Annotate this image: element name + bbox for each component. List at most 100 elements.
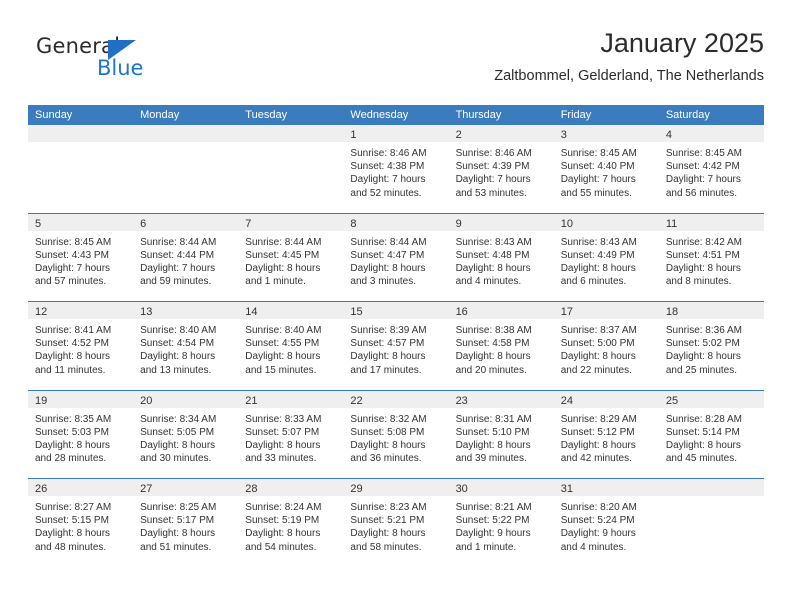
calendar-day-cell[interactable]: 27 Sunrise: 8:25 AM Sunset: 5:17 PM Dayligh…: [133, 479, 239, 567]
day-number: 11: [665, 217, 678, 230]
daylight-text-line1: Daylight: 7 hours: [665, 174, 741, 186]
calendar-day-cell[interactable]: 19 Sunrise: 8:35 AM Sunset: 5:03 PM Dayligh…: [28, 390, 134, 478]
sunrise-text: Sunrise: 8:27 AM: [35, 502, 112, 513]
sunrise-text: Sunrise: 8:43 AM: [455, 236, 532, 248]
daylight-text-line1: Daylight: 8 hours: [35, 439, 111, 451]
day-details: Sunrise: 8:38 AM Sunset: 4:58 PM Daylight:…: [449, 319, 554, 377]
daylight-text-line1: Daylight: 8 hours: [35, 351, 111, 363]
day-number: 30: [455, 483, 468, 495]
daylight-text-line1: Daylight: 7 hours: [455, 174, 531, 186]
day-number: 14: [245, 306, 258, 318]
day-number-bar: 13: [133, 302, 239, 319]
sunset-text: Sunset: 4:51 PM: [665, 249, 740, 261]
calendar-day-cell[interactable]: 22 Sunrise: 8:32 AM Sunset: 5:08 PM Dayligh…: [343, 390, 449, 478]
sunrise-text: Sunrise: 8:37 AM: [560, 325, 637, 336]
calendar-day-cell[interactable]: 15 Sunrise: 8:39 AM Sunset: 4:57 PM Dayligh…: [343, 302, 449, 390]
calendar-day-cell-empty: [28, 125, 134, 213]
day-details: Sunrise: 8:43 AM Sunset: 4:49 PM Daylight:…: [554, 231, 659, 289]
weekday-header-saturday: Saturday: [665, 109, 710, 121]
calendar-day-cell[interactable]: 25 Sunrise: 8:28 AM Sunset: 5:14 PM Dayligh…: [658, 390, 764, 478]
calendar-day-cell[interactable]: 8 Sunrise: 8:44 AM Sunset: 4:47 PM Daylight…: [343, 213, 449, 301]
calendar-week-row: 26 Sunrise: 8:27 AM Sunset: 5:15 PM Dayligh…: [28, 478, 764, 567]
calendar-day-cell-empty: [238, 125, 344, 213]
daylight-text-line1: Daylight: 8 hours: [455, 262, 531, 274]
logo-text-blue: Blue: [97, 56, 144, 80]
day-details: Sunrise: 8:36 AM Sunset: 5:02 PM Daylight:…: [659, 319, 764, 377]
day-details: Sunrise: 8:21 AM Sunset: 5:22 PM Daylight:…: [449, 496, 554, 554]
calendar-day-cell[interactable]: 6 Sunrise: 8:44 AM Sunset: 4:44 PM Daylight…: [133, 213, 239, 301]
calendar-day-cell[interactable]: 31 Sunrise: 8:20 AM Sunset: 5:24 PM Dayligh…: [553, 479, 659, 567]
day-number: 17: [560, 306, 573, 318]
calendar-day-cell[interactable]: 16 Sunrise: 8:38 AM Sunset: 4:58 PM Dayligh…: [448, 302, 554, 390]
day-details: Sunrise: 8:35 AM Sunset: 5:03 PM Daylight:…: [28, 408, 133, 466]
calendar-day-cell[interactable]: 20 Sunrise: 8:34 AM Sunset: 5:05 PM Dayligh…: [133, 390, 239, 478]
calendar-day-cell[interactable]: 21 Sunrise: 8:33 AM Sunset: 5:07 PM Dayligh…: [238, 390, 344, 478]
calendar-day-cell[interactable]: 14 Sunrise: 8:40 AM Sunset: 4:55 PM Dayligh…: [238, 302, 344, 390]
calendar-day-cell[interactable]: 18 Sunrise: 8:36 AM Sunset: 5:02 PM Dayligh…: [658, 302, 764, 390]
day-details: Sunrise: 8:27 AM Sunset: 5:15 PM Daylight:…: [28, 496, 133, 554]
day-details: Sunrise: 8:29 AM Sunset: 5:12 PM Daylight:…: [554, 408, 659, 466]
sunrise-text: Sunrise: 8:35 AM: [35, 413, 112, 425]
calendar-day-cell[interactable]: 1 Sunrise: 8:46 AM Sunset: 4:38 PM Daylight…: [343, 125, 449, 213]
calendar-day-cell[interactable]: 10 Sunrise: 8:43 AM Sunset: 4:49 PM Dayligh…: [553, 213, 659, 301]
daylight-text-line2: and 52 minutes.: [350, 187, 422, 199]
calendar-day-cell[interactable]: 7 Sunrise: 8:44 AM Sunset: 4:45 PM Daylight…: [238, 213, 344, 301]
day-number: 18: [665, 306, 679, 318]
daylight-text-line1: Daylight: 8 hours: [245, 351, 321, 363]
calendar-day-cell-empty: [133, 125, 239, 213]
calendar-day-cell[interactable]: 11 Sunrise: 8:42 AM Sunset: 4:51 PM Dayligh…: [658, 213, 764, 301]
day-number: 10: [560, 217, 573, 230]
calendar-day-cell[interactable]: 17 Sunrise: 8:37 AM Sunset: 5:00 PM Dayligh…: [553, 302, 659, 390]
day-number-bar: 10: [553, 213, 659, 231]
day-details: Sunrise: 8:42 AM Sunset: 4:51 PM Daylight:…: [659, 231, 764, 289]
sunrise-text: Sunrise: 8:45 AM: [35, 236, 112, 248]
calendar-week-row: 5 Sunrise: 8:45 AM Sunset: 4:43 PM Daylight…: [28, 212, 764, 301]
calendar-day-cell[interactable]: 3 Sunrise: 8:45 AM Sunset: 4:40 PM Daylight…: [553, 125, 659, 213]
daylight-text-line2: and 3 minutes.: [350, 276, 417, 288]
sunrise-text: Sunrise: 8:20 AM: [560, 502, 637, 513]
sunrise-text: Sunrise: 8:29 AM: [560, 413, 637, 425]
sunset-text: Sunset: 4:48 PM: [455, 249, 530, 261]
sunrise-text: Sunrise: 8:42 AM: [665, 236, 742, 248]
sunset-text: Sunset: 4:57 PM: [350, 338, 425, 350]
day-number-bar: 25: [658, 390, 764, 408]
calendar-day-cell[interactable]: 12 Sunrise: 8:41 AM Sunset: 4:52 PM Dayligh…: [28, 302, 134, 390]
sunrise-text: Sunrise: 8:21 AM: [455, 502, 532, 513]
calendar-day-cell[interactable]: 9 Sunrise: 8:43 AM Sunset: 4:48 PM Daylight…: [448, 213, 554, 301]
daylight-text-line1: Daylight: 7 hours: [35, 262, 111, 274]
calendar-day-cell[interactable]: 30 Sunrise: 8:21 AM Sunset: 5:22 PM Dayligh…: [448, 479, 554, 567]
calendar-day-cell[interactable]: 23 Sunrise: 8:31 AM Sunset: 5:10 PM Dayligh…: [448, 390, 554, 478]
day-details: Sunrise: 8:44 AM Sunset: 4:47 PM Daylight:…: [343, 231, 448, 289]
sunset-text: Sunset: 5:03 PM: [35, 426, 109, 438]
day-details: Sunrise: 8:40 AM Sunset: 4:54 PM Daylight:…: [133, 319, 238, 377]
day-details: Sunrise: 8:46 AM Sunset: 4:39 PM Daylight:…: [449, 142, 554, 200]
weekday-header-tuesday: Tuesday: [245, 109, 288, 121]
day-number-bar: [238, 125, 344, 142]
calendar-day-cell[interactable]: 4 Sunrise: 8:45 AM Sunset: 4:42 PM Daylight…: [658, 125, 764, 213]
calendar-day-cell[interactable]: 29 Sunrise: 8:23 AM Sunset: 5:21 PM Dayligh…: [343, 479, 449, 567]
daylight-text-line2: and 36 minutes.: [350, 453, 422, 465]
daylight-text-line1: Daylight: 9 hours: [560, 528, 636, 540]
calendar-day-cell[interactable]: 13 Sunrise: 8:40 AM Sunset: 4:54 PM Dayligh…: [133, 302, 239, 390]
daylight-text-line2: and 42 minutes.: [560, 453, 632, 465]
day-details: Sunrise: 8:32 AM Sunset: 5:08 PM Daylight:…: [343, 408, 448, 466]
sunrise-text: Sunrise: 8:24 AM: [245, 502, 322, 513]
sunrise-text: Sunrise: 8:25 AM: [140, 502, 217, 513]
day-number-bar: 17: [553, 302, 659, 319]
weekday-header-row: Sunday Monday Tuesday Wednesday Thursday…: [28, 105, 764, 125]
sunset-text: Sunset: 5:02 PM: [665, 338, 740, 350]
daylight-text-line2: and 20 minutes.: [455, 364, 527, 376]
sunset-text: Sunset: 5:24 PM: [560, 515, 635, 527]
day-number-bar: [133, 125, 239, 142]
daylight-text-line1: Daylight: 8 hours: [140, 439, 216, 451]
sunset-text: Sunset: 5:17 PM: [140, 515, 215, 527]
calendar-day-cell[interactable]: 2 Sunrise: 8:46 AM Sunset: 4:39 PM Daylight…: [448, 125, 554, 213]
calendar-day-cell[interactable]: 5 Sunrise: 8:45 AM Sunset: 4:43 PM Daylight…: [28, 213, 134, 301]
daylight-text-line2: and 13 minutes.: [140, 364, 212, 376]
daylight-text-line2: and 51 minutes.: [140, 541, 212, 553]
day-number: 25: [665, 394, 679, 407]
daylight-text-line2: and 22 minutes.: [560, 364, 632, 376]
calendar-day-cell[interactable]: 24 Sunrise: 8:29 AM Sunset: 5:12 PM Dayligh…: [553, 390, 659, 478]
calendar-day-cell[interactable]: 26 Sunrise: 8:27 AM Sunset: 5:15 PM Dayligh…: [28, 479, 134, 567]
calendar-day-cell[interactable]: 28 Sunrise: 8:24 AM Sunset: 5:19 PM Dayligh…: [238, 479, 344, 567]
